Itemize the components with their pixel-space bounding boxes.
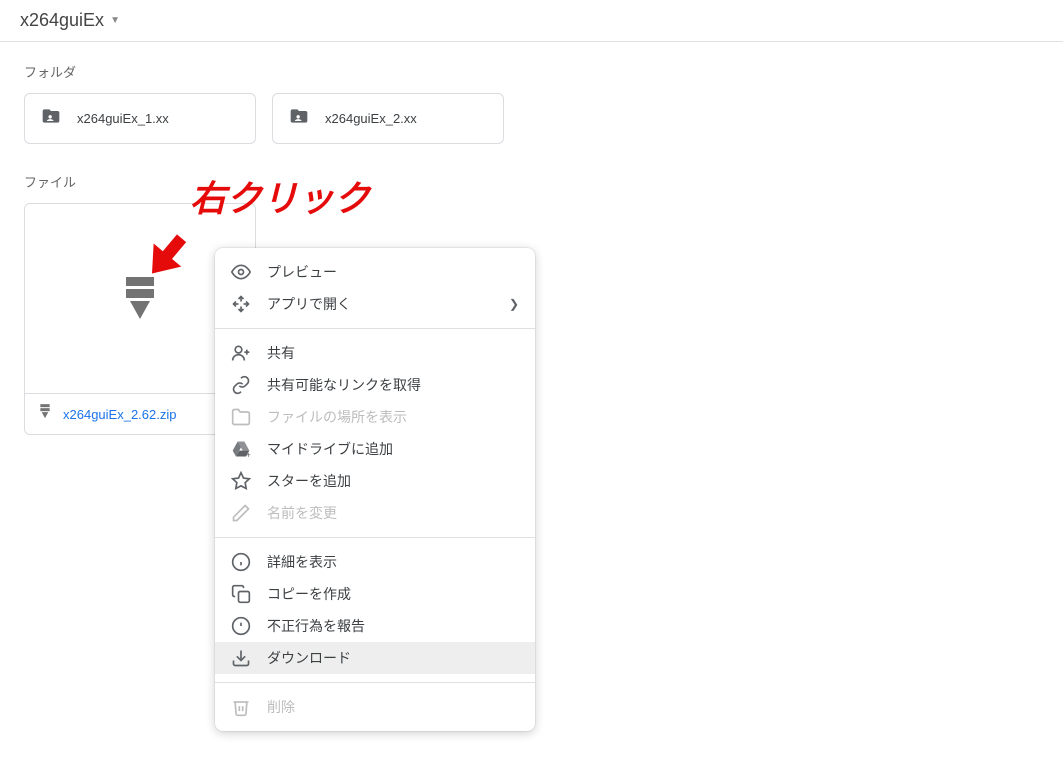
file-name: x264guiEx_2.62.zip xyxy=(63,407,176,422)
shared-folder-icon xyxy=(289,106,309,131)
menu-label: 共有可能なリンクを取得 xyxy=(267,375,519,395)
menu-show-location: ファイルの場所を表示 xyxy=(215,401,535,433)
menu-label: 不正行為を報告 xyxy=(267,616,519,636)
menu-get-link[interactable]: 共有可能なリンクを取得 xyxy=(215,369,535,401)
folder-label: x264guiEx_2.xx xyxy=(325,111,417,126)
archive-mini-icon xyxy=(39,404,51,424)
context-menu: プレビュー アプリで開く ❯ 共有 共有可能なリンクを取得 ファイルの場所を表示… xyxy=(215,248,535,731)
menu-show-details[interactable]: 詳細を表示 xyxy=(215,546,535,578)
menu-make-copy[interactable]: コピーを作成 xyxy=(215,578,535,610)
folder-icon xyxy=(231,407,251,427)
menu-report-abuse[interactable]: 不正行為を報告 xyxy=(215,610,535,642)
pencil-icon xyxy=(231,503,251,523)
copy-icon xyxy=(231,584,251,604)
shared-folder-icon xyxy=(41,106,61,131)
star-icon xyxy=(231,471,251,491)
info-icon xyxy=(231,552,251,572)
folders-container: x264guiEx_1.xx x264guiEx_2.xx xyxy=(24,93,1039,144)
menu-label: アプリで開く xyxy=(267,294,509,314)
menu-divider xyxy=(215,537,535,538)
alert-icon xyxy=(231,616,251,636)
archive-file-icon xyxy=(122,277,158,321)
menu-label: プレビュー xyxy=(267,262,519,282)
folder-card[interactable]: x264guiEx_1.xx xyxy=(24,93,256,144)
header-bar: x264guiEx ▼ xyxy=(0,0,1063,42)
folder-card[interactable]: x264guiEx_2.xx xyxy=(272,93,504,144)
download-icon xyxy=(231,648,251,668)
menu-preview[interactable]: プレビュー xyxy=(215,256,535,288)
open-with-icon xyxy=(231,294,251,314)
menu-label: スターを追加 xyxy=(267,471,519,491)
menu-add-star[interactable]: スターを追加 xyxy=(215,465,535,497)
menu-download[interactable]: ダウンロード xyxy=(215,642,535,674)
person-add-icon xyxy=(231,343,251,363)
menu-add-to-drive[interactable]: + マイドライブに追加 xyxy=(215,433,535,465)
drive-add-icon: + xyxy=(231,439,251,459)
trash-icon xyxy=(231,697,251,717)
menu-label: マイドライブに追加 xyxy=(267,439,519,459)
chevron-right-icon: ❯ xyxy=(509,297,519,311)
dropdown-arrow-icon[interactable]: ▼ xyxy=(110,15,120,26)
annotation-right-click: 右クリック xyxy=(190,170,370,222)
menu-label: コピーを作成 xyxy=(267,584,519,604)
menu-open-with[interactable]: アプリで開く ❯ xyxy=(215,288,535,320)
link-icon xyxy=(231,375,251,395)
menu-label: ダウンロード xyxy=(267,648,519,668)
menu-label: 削除 xyxy=(267,697,519,717)
eye-icon xyxy=(231,262,251,282)
files-section-label: ファイル xyxy=(24,172,1039,191)
menu-label: 共有 xyxy=(267,343,519,363)
menu-divider xyxy=(215,328,535,329)
folder-label: x264guiEx_1.xx xyxy=(77,111,169,126)
menu-divider xyxy=(215,682,535,683)
menu-share[interactable]: 共有 xyxy=(215,337,535,369)
menu-label: ファイルの場所を表示 xyxy=(267,407,519,427)
svg-text:+: + xyxy=(246,449,251,459)
menu-label: 詳細を表示 xyxy=(267,552,519,572)
menu-rename: 名前を変更 xyxy=(215,497,535,529)
menu-label: 名前を変更 xyxy=(267,503,519,523)
menu-delete: 削除 xyxy=(215,691,535,723)
folder-title[interactable]: x264guiEx xyxy=(20,10,104,31)
folders-section-label: フォルダ xyxy=(24,62,1039,81)
